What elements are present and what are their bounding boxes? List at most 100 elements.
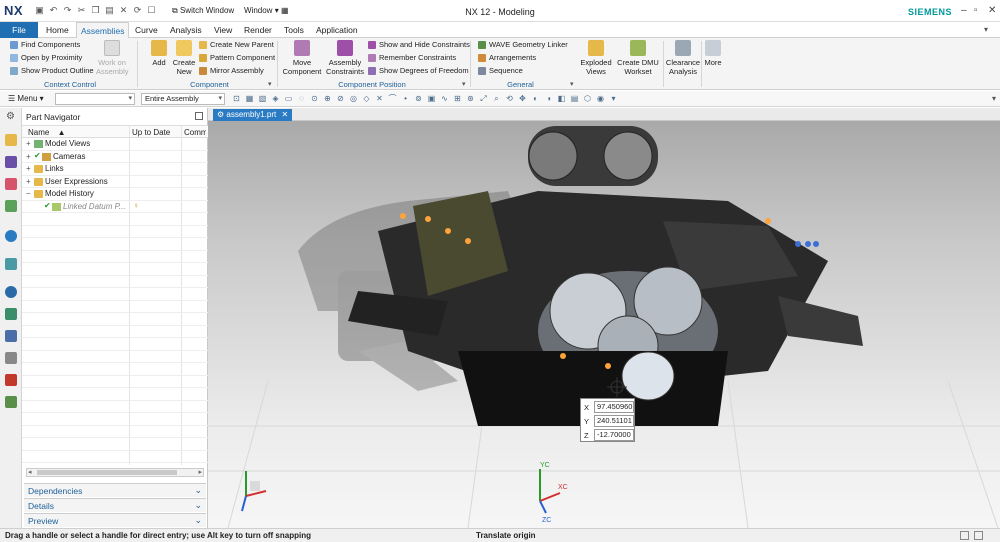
- roles-icon[interactable]: [5, 352, 17, 364]
- exploded-views-button[interactable]: Exploded Views: [580, 40, 612, 76]
- switch-window-button[interactable]: ⧉ Switch Window: [172, 6, 234, 16]
- redo-icon[interactable]: ↷: [62, 5, 73, 16]
- tree-row-linked-datum-plane[interactable]: ✔ Linked Datum P... ♀: [22, 201, 208, 213]
- remember-constraints-button[interactable]: Remember Constraints: [368, 53, 456, 62]
- snap-tangent-icon[interactable]: ⌒: [388, 94, 397, 103]
- paste-icon[interactable]: ▤: [104, 5, 115, 16]
- tab-view[interactable]: View: [210, 22, 236, 38]
- horizontal-scrollbar[interactable]: ◂ ▸: [26, 468, 204, 477]
- reuse-library-icon[interactable]: [5, 200, 17, 212]
- snap-control-icon[interactable]: ⊘: [336, 94, 345, 103]
- tab-render[interactable]: Render: [240, 22, 276, 38]
- tree-row-user-expressions[interactable]: + User Expressions: [22, 176, 208, 188]
- snap-quadrant-icon[interactable]: ◇: [362, 94, 371, 103]
- snap-pole-icon[interactable]: ⊛: [466, 94, 475, 103]
- more-button[interactable]: More: [703, 40, 723, 67]
- tab-tools[interactable]: Tools: [280, 22, 308, 38]
- snap-existing-icon[interactable]: ⊚: [414, 94, 423, 103]
- part-navigator-icon[interactable]: [5, 178, 17, 190]
- tab-curve[interactable]: Curve: [131, 22, 162, 38]
- tree-row-links[interactable]: + Links: [22, 163, 208, 176]
- material-icon[interactable]: [5, 396, 17, 408]
- maximize-icon[interactable]: [195, 112, 203, 120]
- show-hide-constraints-button[interactable]: Show and Hide Constraints: [368, 40, 470, 49]
- deselect-icon[interactable]: ▧: [258, 94, 267, 103]
- expand-icon[interactable]: +: [26, 164, 31, 173]
- tab-assemblies[interactable]: Assemblies: [76, 22, 130, 38]
- assembly-navigator-icon[interactable]: [5, 134, 17, 146]
- chevron-down-icon[interactable]: ▾: [570, 80, 574, 88]
- feature-select-icon[interactable]: ◈: [271, 94, 280, 103]
- scroll-left-icon[interactable]: ◂: [28, 468, 32, 476]
- tab-home[interactable]: Home: [42, 22, 73, 38]
- scrollbar-thumb[interactable]: [37, 470, 177, 475]
- shaded-icon[interactable]: ◑: [544, 94, 553, 103]
- select-all-icon[interactable]: ▦: [245, 94, 254, 103]
- clearance-analysis-button[interactable]: Clearance Analysis: [665, 40, 701, 76]
- layer-icon[interactable]: ▤: [570, 94, 579, 103]
- constraint-navigator-icon[interactable]: [5, 156, 17, 168]
- snap-center-icon[interactable]: ◎: [349, 94, 358, 103]
- collapse-icon[interactable]: −: [26, 189, 31, 198]
- show-product-outline-button[interactable]: Show Product Outline: [10, 66, 94, 75]
- window-menu-button[interactable]: Window ▾ ▦: [244, 6, 289, 15]
- copy-icon[interactable]: ❐: [90, 5, 101, 16]
- graphics-viewport[interactable]: YC XC ZC X 97.450960 Y 240.51101 Z -12.7…: [208, 121, 1000, 528]
- details-panel[interactable]: Details ⌄: [24, 498, 206, 512]
- column-header-comment[interactable]: Comm: [184, 128, 206, 137]
- tree-row-cameras[interactable]: + ✔ Cameras: [22, 151, 208, 163]
- manufacturing-wizards-icon[interactable]: [5, 330, 17, 342]
- assembly-constraints-button[interactable]: Assembly Constraints: [324, 40, 366, 76]
- close-button[interactable]: ✕: [988, 5, 996, 16]
- wave-geometry-linker-button[interactable]: WAVE Geometry Linker: [478, 40, 568, 49]
- delete-icon[interactable]: ✕: [118, 5, 129, 16]
- create-dmu-workset-button[interactable]: Create DMU Workset: [616, 40, 660, 76]
- chevron-down-icon[interactable]: ▾: [268, 80, 272, 88]
- open-by-proximity-button[interactable]: Open by Proximity: [10, 53, 82, 62]
- snap-point-icon[interactable]: •: [401, 94, 410, 103]
- rectangle-select-icon[interactable]: ▭: [284, 94, 293, 103]
- restore-button[interactable]: ▫: [974, 5, 978, 16]
- color-icon[interactable]: ◉: [596, 94, 605, 103]
- snap-intersection-icon[interactable]: ✕: [375, 94, 384, 103]
- add-component-button[interactable]: Add: [147, 40, 171, 67]
- snap-bounded-icon[interactable]: ⊞: [453, 94, 462, 103]
- engine-model[interactable]: YC XC ZC: [208, 121, 1000, 528]
- tree-row-model-history[interactable]: − Model History: [22, 188, 208, 201]
- expand-icon[interactable]: +: [26, 152, 31, 161]
- tab-application[interactable]: Application: [312, 22, 362, 38]
- z-coordinate-field[interactable]: -12.70000: [594, 429, 634, 441]
- y-coordinate-field[interactable]: 240.51101: [594, 415, 634, 427]
- snap-onface-icon[interactable]: ▣: [427, 94, 436, 103]
- tab-assembly1-prt[interactable]: ⚙ assembly1.prt ✕: [213, 109, 293, 121]
- tab-file[interactable]: File: [0, 22, 38, 38]
- column-header-name[interactable]: Name ▲: [28, 128, 66, 137]
- find-components-button[interactable]: Find Components: [10, 40, 80, 49]
- full-screen-icon[interactable]: [960, 531, 969, 540]
- lasso-icon[interactable]: ◌: [297, 94, 306, 103]
- system-scenes-icon[interactable]: [5, 374, 17, 386]
- status-options-icon[interactable]: [974, 531, 983, 540]
- web-browser-icon[interactable]: [5, 230, 17, 242]
- menu-button[interactable]: ☰ Menu ▾: [8, 94, 44, 103]
- sequence-button[interactable]: Sequence: [478, 66, 523, 75]
- pan-icon[interactable]: ✥: [518, 94, 527, 103]
- minimize-button[interactable]: –: [961, 5, 967, 16]
- undo-icon[interactable]: ↶: [48, 5, 59, 16]
- mirror-assembly-button[interactable]: Mirror Assembly: [199, 66, 264, 75]
- type-filter-dropdown[interactable]: ▾: [55, 93, 135, 105]
- orient-view-icon[interactable]: ⬡: [583, 94, 592, 103]
- rotate-icon[interactable]: ⟲: [505, 94, 514, 103]
- expand-icon[interactable]: +: [26, 177, 31, 186]
- preview-panel[interactable]: Preview ⌄: [24, 513, 206, 527]
- column-header-up-to-date[interactable]: Up to Date: [132, 128, 182, 137]
- save-icon[interactable]: ▣: [34, 5, 45, 16]
- settings-gear-icon[interactable]: ⚙: [6, 111, 15, 122]
- toolbar-options-icon[interactable]: ▾: [992, 94, 996, 103]
- create-new-button[interactable]: Create New: [171, 40, 197, 76]
- move-component-button[interactable]: Move Component: [282, 40, 322, 76]
- snap-endpoint-icon[interactable]: ⊙: [310, 94, 319, 103]
- tab-analysis[interactable]: Analysis: [166, 22, 206, 38]
- show-degrees-of-freedom-button[interactable]: Show Degrees of Freedom: [368, 66, 469, 75]
- chevron-down-icon[interactable]: ▾: [462, 80, 466, 88]
